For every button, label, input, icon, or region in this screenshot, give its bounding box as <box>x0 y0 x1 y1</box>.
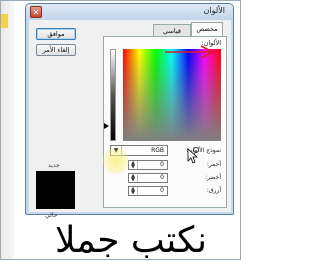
cursor-highlight <box>103 148 129 174</box>
tab-standard[interactable]: قياسي <box>153 24 191 36</box>
cancel-button[interactable]: إلغاء الأمر <box>36 44 76 56</box>
red-spinner[interactable]: ▲ ▼ 0 <box>128 160 168 170</box>
current-color-swatch <box>36 195 75 209</box>
luminance-slider[interactable] <box>110 49 116 141</box>
green-label: أخضر: <box>205 174 221 181</box>
custom-tab-panel: الألوان: نموذج الألوان: ▼ RGB ▲▼ 0 أحمر:… <box>103 36 227 208</box>
color-model-value: RGB <box>151 147 164 154</box>
spinner-arrows-icon[interactable]: ▲ ▼ <box>129 174 138 183</box>
red-value: 0 <box>160 161 164 168</box>
red-label: أحمر: <box>206 161 221 168</box>
dialog-titlebar[interactable]: ✕ الألوان <box>26 4 233 20</box>
ok-button[interactable]: موافق <box>36 28 76 40</box>
mouse-cursor-icon <box>187 148 199 164</box>
color-spectrum[interactable] <box>123 49 221 153</box>
blue-value: 0 <box>160 187 164 194</box>
dialog-content: موافق إلغاء الأمر جديد حالي قياسي مخصص ا… <box>29 20 231 219</box>
green-spinner[interactable]: ▲ ▼ 0 <box>128 173 168 183</box>
green-value: 0 <box>160 174 164 181</box>
current-color-label: حالي <box>45 212 58 219</box>
luminance-arrow-icon[interactable] <box>104 123 109 129</box>
colors-dialog: ✕ الألوان موافق إلغاء الأمر جديد حالي قي… <box>25 3 234 219</box>
blue-spinner[interactable]: ▲ ▼ 0 <box>128 186 168 196</box>
new-color-swatch <box>36 171 75 195</box>
spinner-arrows-icon[interactable]: ▲ ▼ <box>129 161 138 170</box>
document-text: نكتب جملا <box>54 220 208 261</box>
dialog-title: الألوان <box>203 6 225 15</box>
annotation-arrow-icon <box>165 45 215 58</box>
new-color-label: جديد <box>48 162 60 169</box>
spinner-arrows-icon[interactable]: ▲ ▼ <box>129 187 138 196</box>
tab-custom[interactable]: مخصص <box>191 22 223 36</box>
close-icon[interactable]: ✕ <box>30 6 42 18</box>
blue-label: أزرق: <box>206 187 221 194</box>
